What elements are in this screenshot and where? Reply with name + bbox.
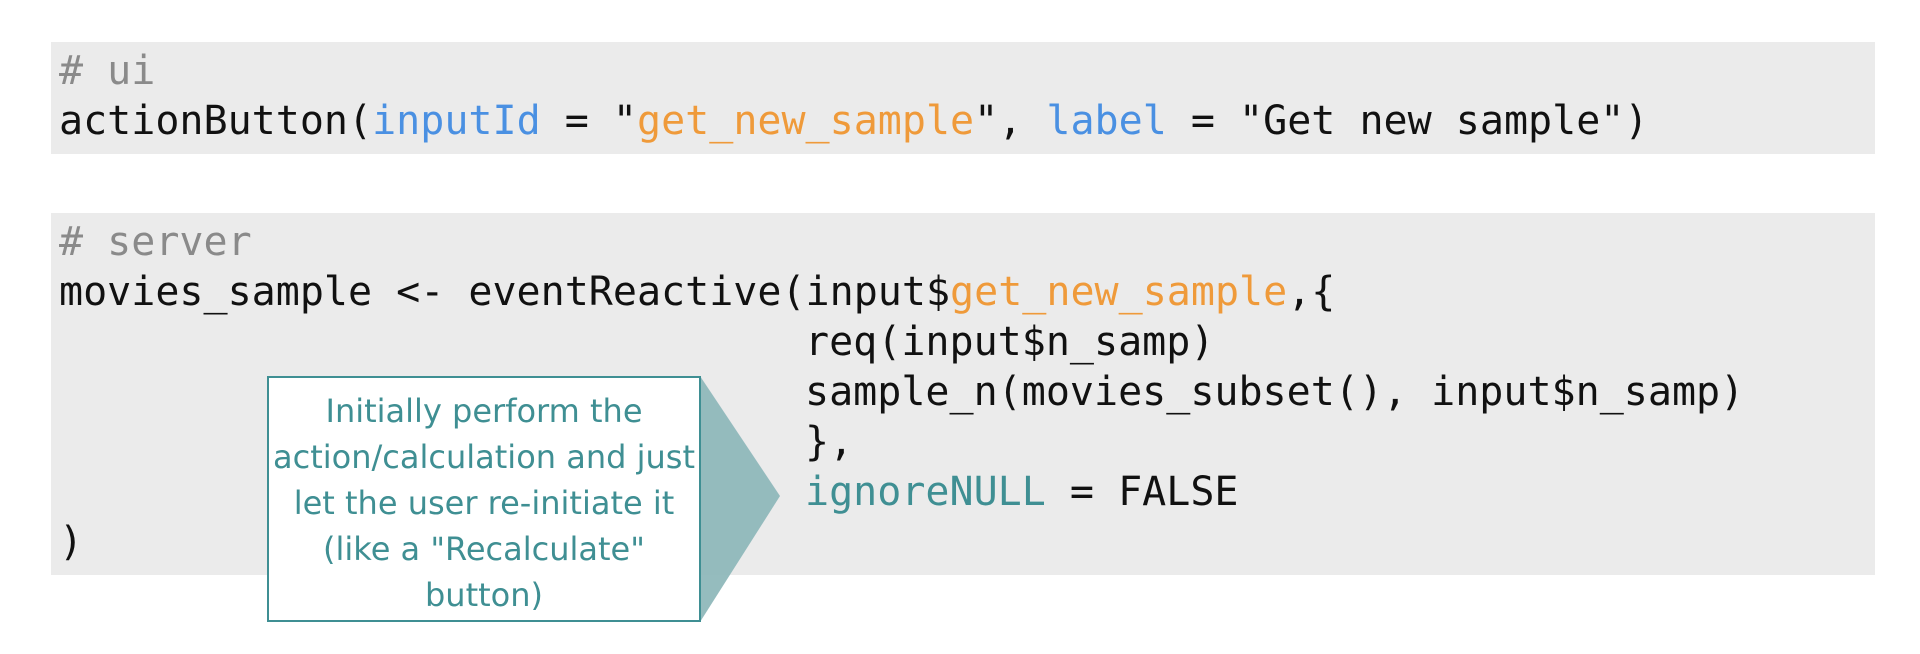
- assignment-quote: = ": [540, 98, 637, 144]
- req-code-line: req(input$n_samp): [805, 319, 1215, 365]
- input-id-argument: inputId: [372, 98, 541, 144]
- label-argument: label: [1046, 98, 1167, 144]
- function-name: actionButton(: [59, 98, 373, 144]
- ignore-null-argument: ignoreNULL: [805, 469, 1046, 515]
- close-paren-code-line: ): [59, 519, 84, 565]
- separator: ",: [974, 98, 1047, 144]
- input-id-value: get_new_sample: [636, 98, 975, 144]
- sample-n-code-line: sample_n(movies_subset(), input$n_samp): [805, 369, 1745, 415]
- event-input-id: get_new_sample: [950, 269, 1288, 315]
- event-reactive-code-line: movies_sample <- eventReactive(input$get…: [59, 267, 1335, 317]
- ui-comment: # ui: [59, 48, 156, 94]
- brace-open: ,{: [1287, 269, 1336, 315]
- callout-box: Initially perform the action/calculation…: [267, 376, 701, 622]
- brace-close-code-line: },: [805, 419, 854, 465]
- ignore-null-code-line: ignoreNULL = FALSE: [805, 467, 1238, 517]
- ui-code-block: # ui actionButton(inputId = "get_new_sam…: [51, 42, 1875, 154]
- label-value: = "Get new sample"): [1166, 98, 1649, 144]
- action-button-code-line: actionButton(inputId = "get_new_sample",…: [59, 96, 1648, 146]
- ignore-null-value: = FALSE: [1045, 469, 1239, 515]
- server-comment: # server: [59, 219, 252, 265]
- callout-arrow: [700, 376, 780, 622]
- event-reactive-call: movies_sample <- eventReactive(input$: [59, 269, 951, 315]
